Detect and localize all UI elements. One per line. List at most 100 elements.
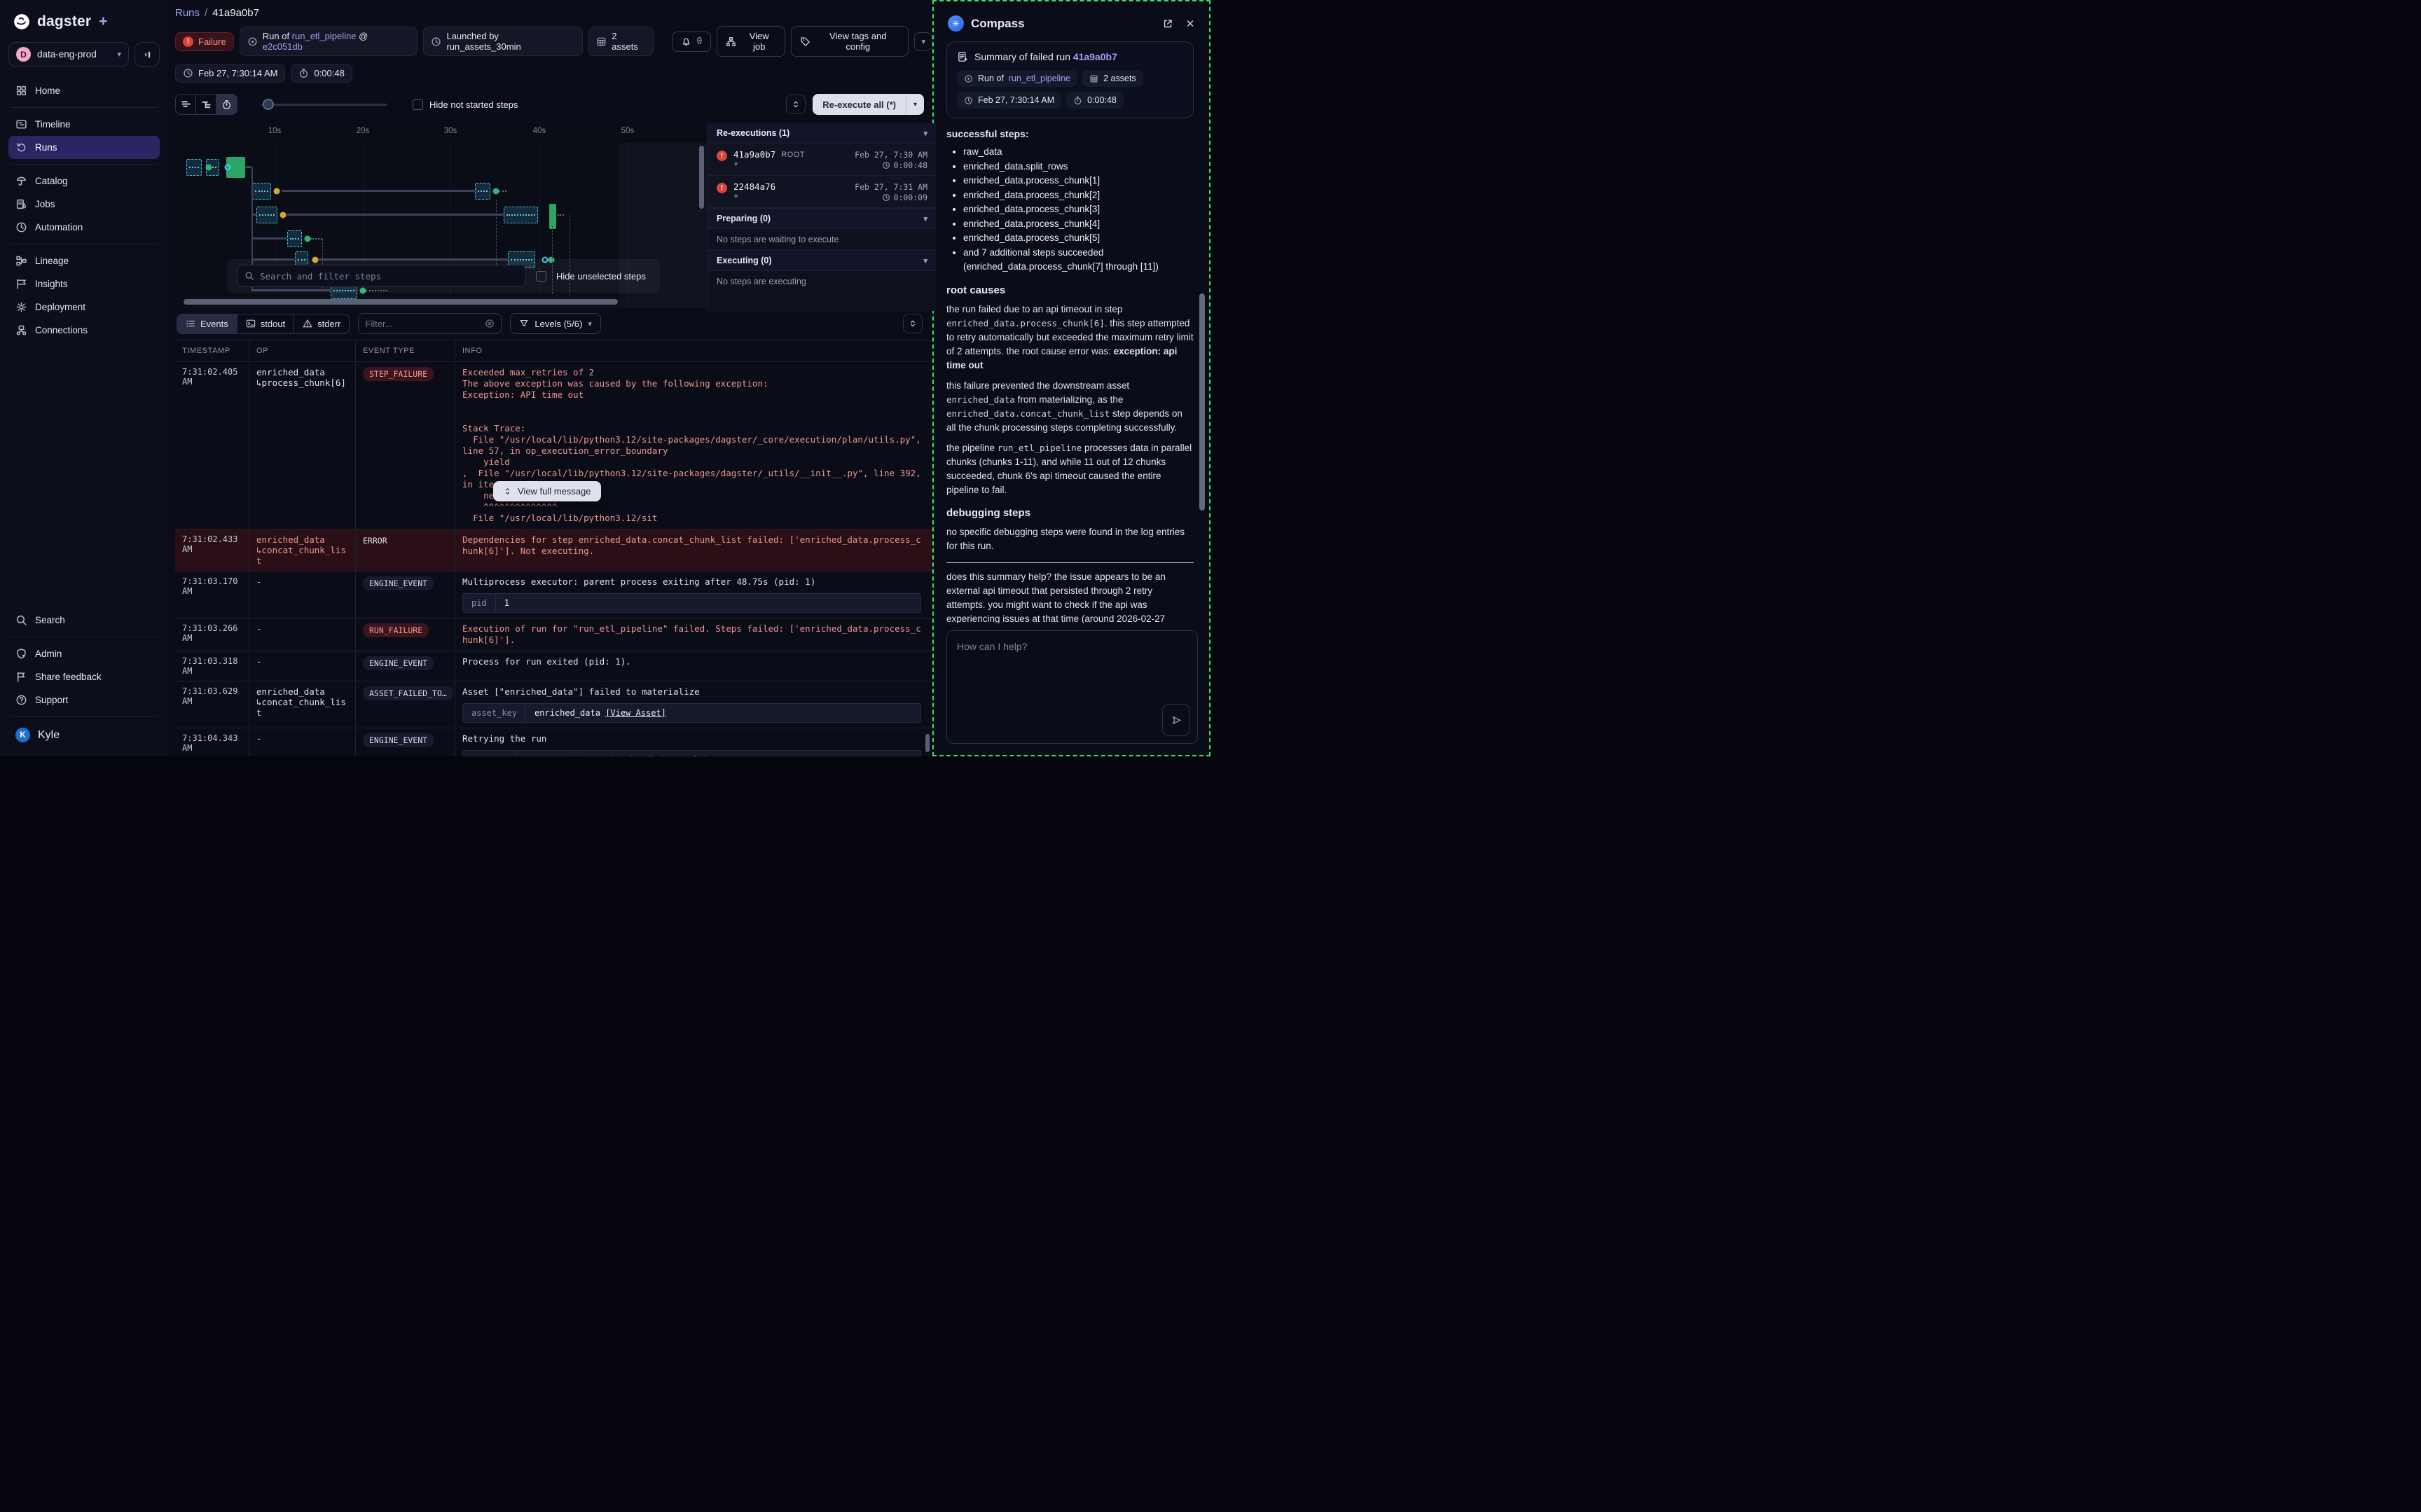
sidebar-item-admin[interactable]: Admin (8, 642, 160, 665)
jobs-icon (15, 198, 27, 210)
admin-icon (15, 648, 27, 660)
commit-link[interactable]: e2c051db (263, 41, 303, 52)
op-parent: enriched_data (256, 534, 348, 545)
log-filter-input[interactable] (365, 319, 480, 329)
sidebar-item-search[interactable]: Search (8, 609, 160, 632)
log-scrollbar[interactable] (925, 734, 930, 752)
metadata-key: pid (463, 594, 496, 612)
reexecute-all-label[interactable]: Re-execute all (*) (813, 94, 906, 115)
compass-scrollbar[interactable] (1199, 293, 1205, 511)
alerts-button[interactable]: 0 (672, 32, 712, 52)
close-icon[interactable]: ✕ (1182, 16, 1198, 32)
run-steps: * (733, 192, 739, 202)
clear-filter-icon[interactable] (485, 319, 495, 328)
tab-stdout[interactable]: stdout (237, 314, 294, 333)
sidebar-item-catalog[interactable]: Catalog (8, 169, 160, 193)
waterfall-view-button[interactable] (196, 95, 216, 114)
event-type-badge: ENGINE_EVENT (363, 576, 434, 590)
chat-input[interactable] (947, 631, 1197, 743)
sidebar-item-label: Jobs (35, 199, 55, 209)
run-of-pill[interactable]: Run of run_etl_pipeline @ e2c051db (240, 27, 418, 56)
gantt-step-bar[interactable] (186, 159, 202, 176)
hide-not-started-checkbox[interactable] (413, 99, 423, 110)
sidebar-item-automation[interactable]: Automation (8, 216, 160, 239)
sidebar-item-deployment[interactable]: Deployment (8, 296, 160, 319)
reexecutions-header[interactable]: Re-executions (1)▾ (708, 123, 936, 144)
tab-stderr[interactable]: stderr (294, 314, 349, 333)
event-row[interactable]: 7:31:03.318 AM-ENGINE_EVENTProcess for r… (175, 651, 932, 681)
expand-panel-button[interactable] (786, 95, 806, 114)
section-title: Executing (0) (717, 256, 772, 265)
workspace-selector[interactable]: D data-eng-prod ▾ (8, 42, 129, 67)
section-header[interactable]: Executing (0)▾ (708, 250, 936, 271)
metadata-link[interactable]: 22484a76-dcd2-487b-aeb3-db3bece6cf2d (525, 755, 707, 756)
reexecution-run-row[interactable]: !41a9a0b7ROOTFeb 27, 7:30 AM*0:00:48 (708, 144, 936, 176)
gantt-step-bar[interactable] (287, 230, 302, 247)
breadcrumb-runs-link[interactable]: Runs (175, 7, 200, 19)
gantt-step-bar[interactable] (504, 207, 538, 223)
gantt-horizontal-scrollbar[interactable] (184, 299, 618, 305)
gantt-success-bar[interactable] (549, 204, 556, 229)
step-search-input[interactable] (260, 271, 518, 282)
flat-view-button[interactable] (176, 95, 196, 114)
event-row[interactable]: 7:31:03.629 AMenriched_data↳concat_chunk… (175, 681, 932, 728)
tab-events[interactable]: Events (177, 314, 237, 333)
sidebar-item-home[interactable]: Home (8, 79, 160, 102)
event-row[interactable]: 7:31:03.170 AM-ENGINE_EVENTMultiprocess … (175, 571, 932, 618)
pipeline-link[interactable]: run_etl_pipeline (292, 31, 357, 41)
send-button[interactable] (1162, 704, 1190, 736)
sidebar-item-label: Search (35, 615, 65, 625)
metadata-link[interactable]: [View Asset] (605, 708, 666, 718)
gantt-dotted-trail (499, 190, 506, 192)
event-row[interactable]: 7:31:04.343 AM-ENGINE_EVENTRetrying the … (175, 728, 932, 756)
sidebar-item-timeline[interactable]: Timeline (8, 113, 160, 136)
sidebar-item-support[interactable]: Support (8, 688, 160, 712)
event-metadata-table: pid1 (462, 593, 921, 613)
sidebar-item-insights[interactable]: Insights (8, 272, 160, 296)
sidebar-item-runs[interactable]: Runs (8, 136, 160, 159)
metadata-key: new run (463, 751, 516, 756)
zoom-slider[interactable] (261, 99, 387, 110)
gantt-step-bar[interactable] (475, 183, 490, 200)
view-tags-config-button[interactable]: View tags and config (791, 26, 909, 57)
reexecute-options-button[interactable]: ▾ (906, 94, 924, 115)
sidebar-item-connections[interactable]: Connections (8, 319, 160, 342)
event-timestamp: 7:31:03.170 AM (175, 571, 249, 618)
assets-pill[interactable]: 2 assets (588, 27, 653, 56)
open-external-icon[interactable] (1160, 16, 1175, 32)
launched-by-pill[interactable]: Launched by run_assets_30min (423, 27, 583, 56)
reexecute-all-button[interactable]: Re-execute all (*) ▾ (813, 94, 924, 115)
event-type-badge: RUN_FAILURE (363, 623, 429, 637)
summary-pill: Feb 27, 7:30:14 AM (957, 92, 1061, 109)
view-full-message-button[interactable]: View full message (493, 481, 601, 501)
pipeline-link[interactable]: run_etl_pipeline (1009, 74, 1070, 83)
log-sort-button[interactable] (903, 314, 923, 333)
logo[interactable]: dagster + (8, 10, 160, 42)
gantt-vertical-scrollbar[interactable] (699, 146, 704, 209)
more-actions-button[interactable]: ▾ (914, 32, 932, 51)
log-filter-box[interactable] (358, 313, 502, 334)
gantt-step-bar[interactable] (252, 183, 271, 200)
slider-handle[interactable] (263, 99, 274, 110)
flag-icon (15, 671, 27, 683)
sidebar-item-share-feedback[interactable]: Share feedback (8, 665, 160, 688)
view-job-button[interactable]: View job (717, 26, 785, 57)
section-title: Preparing (0) (717, 214, 771, 223)
run-date: Feb 27, 7:31 AM (855, 182, 927, 192)
event-row[interactable]: 7:31:03.266 AM-RUN_FAILUREExecution of r… (175, 618, 932, 651)
gantt-toolbar: Hide not started steps Re-execute all (*… (175, 94, 932, 115)
event-row[interactable]: 7:31:02.405 AMenriched_data↳process_chun… (175, 362, 932, 529)
step-search-box[interactable] (237, 265, 526, 287)
section-header[interactable]: Preparing (0)▾ (708, 208, 936, 229)
timed-view-button[interactable] (216, 95, 237, 114)
sidebar-collapse-button[interactable] (134, 42, 160, 67)
event-row[interactable]: 7:31:02.433 AMenriched_data↳concat_chunk… (175, 529, 932, 571)
sidebar-item-jobs[interactable]: Jobs (8, 193, 160, 216)
reexecution-run-row[interactable]: !22484a76Feb 27, 7:31 AM*0:00:09 (708, 176, 936, 208)
sidebar-item-label: Support (35, 695, 68, 705)
hide-unselected-checkbox[interactable] (536, 271, 546, 282)
sidebar-item-lineage[interactable]: Lineage (8, 249, 160, 272)
gantt-step-bar[interactable] (256, 207, 277, 223)
levels-filter-button[interactable]: Levels (5/6) ▾ (510, 313, 600, 334)
user-menu[interactable]: K Kyle (8, 722, 160, 748)
